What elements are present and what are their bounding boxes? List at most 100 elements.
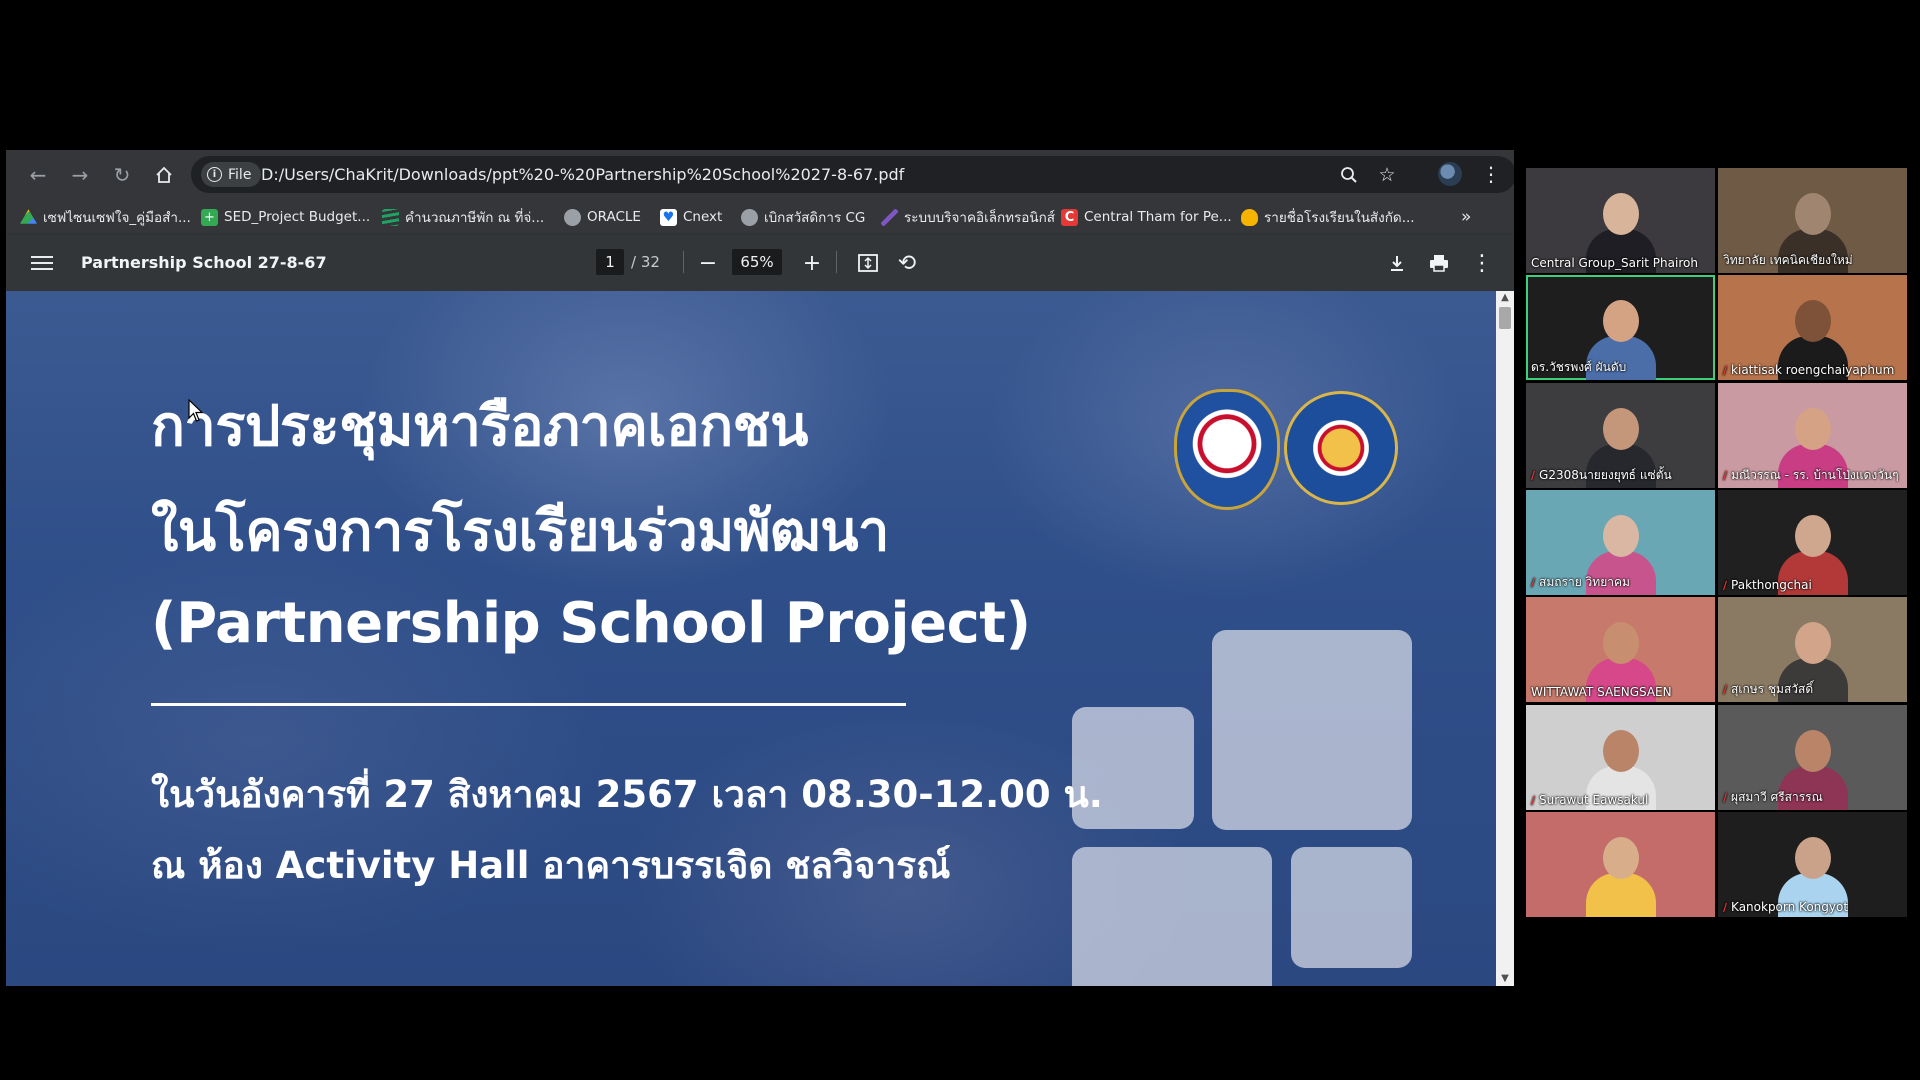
bookmark-item[interactable]: ระบบบริจาคอิเล็กทรอนิกส์ [881,207,1055,227]
participant-tile[interactable]: ∕ Pakthongchai [1718,490,1907,595]
scroll-thumb[interactable] [1499,307,1511,329]
bookmarks-bar: เซฟไซนเซฟใจ_คู่มือสำ... + SED_Project Bu… [6,199,1514,235]
participant-tile[interactable] [1526,812,1715,917]
bookmark-item[interactable]: เบิกสวัสดิการ CG [741,207,865,227]
bookmark-item[interactable]: C Central Tham for Pe... [1061,207,1232,227]
profile-avatar[interactable] [1438,162,1462,186]
participant-tile[interactable]: Central Group_Sarit Phairoh [1526,168,1715,273]
slide-date-line: ในวันอังคารที่ 27 สิงหาคม 2567 เวลา 08.3… [151,773,1103,816]
zoom-in-icon[interactable]: + [798,249,826,277]
bookmark-item[interactable]: + SED_Project Budget... [201,207,370,227]
participant-tile[interactable]: ∕ สุเกษร ชุมสวัสดิ์ [1718,597,1907,702]
bookmark-item[interactable]: ORACLE [564,207,641,227]
participant-name: Central Group_Sarit Phairoh [1531,256,1698,270]
participant-tile[interactable]: ∕ G2308นายยงยุทธ์ แซ่ตั้น [1526,383,1715,488]
zoom-search-icon[interactable] [1336,162,1362,188]
participant-name-label: ∕ มณีวรรณ - รร. บ้านโป่งแดงวันๆ [1723,466,1899,485]
participant-head [1794,515,1831,557]
print-icon[interactable] [1425,249,1453,277]
board-of-trade-logo [1284,391,1398,505]
participant-name-label: ∕ สุเกษร ชุมสวัสดิ์ [1723,680,1813,699]
participant-tile[interactable]: ∕ มณีวรรณ - รร. บ้านโป่งแดงวันๆ [1718,383,1907,488]
zoom-out-icon[interactable]: − [694,249,722,277]
scroll-down-icon[interactable]: ▼ [1500,974,1510,984]
participant-tile[interactable]: WITTAWAT SAENGSAEN [1526,597,1715,702]
participants-panel: Central Group_Sarit Phairoh วิทยาลัย เทคน… [1526,168,1908,920]
pdf-more-icon[interactable]: ⋮ [1468,249,1496,277]
participant-name: สุเกษร ชุมสวัสดิ์ [1731,682,1814,696]
participant-name-label: ∕ ผุสมาวี ศรีสารรณ [1723,788,1823,807]
participant-tile[interactable]: ∕ Surawut Eawsakul [1526,705,1715,810]
participant-head [1602,408,1639,450]
participant-tile[interactable]: ∕ kiattisak roengchaiyaphum [1718,275,1907,380]
pdf-scrollbar[interactable]: ▲ ▼ [1496,291,1514,986]
fit-page-icon[interactable] [854,249,882,277]
participant-name: มณีวรรณ - รร. บ้านโป่งแดงวันๆ [1731,468,1899,482]
home-icon[interactable] [150,161,178,189]
participant-name: สมถราย วิทยาคม [1539,575,1630,589]
rotate-icon[interactable]: ⟲ [893,249,921,277]
participant-tile[interactable]: ∕ สมถราย วิทยาคม [1526,490,1715,595]
participant-name: G2308นายยงยุทธ์ แซ่ตั้น [1539,468,1672,482]
heart-icon: ♥ [660,208,677,226]
participant-tile[interactable]: วิทยาลัย เทคนิคเชียงใหม่ [1718,168,1907,273]
bookmarks-overflow-icon[interactable]: » [1461,207,1471,227]
browser-window: ← → ↻ i File D:/Users/ChaKrit/Downloads/… [6,150,1514,986]
participant-name-label: WITTAWAT SAENGSAEN [1531,685,1672,699]
bulb-icon [1241,208,1258,226]
participant-head [1794,730,1831,772]
bookmark-item[interactable]: ♥ Cnext [660,207,722,227]
forward-icon[interactable]: → [66,161,94,189]
site-info-label: File [228,166,252,183]
participant-head [1602,515,1639,557]
bookmark-star-icon[interactable]: ☆ [1374,162,1400,188]
page-total: / 32 [631,253,660,271]
scroll-up-icon[interactable]: ▲ [1500,293,1510,303]
participant-name: วิทยาลัย เทคนิคเชียงใหม่ [1723,253,1853,267]
url-text[interactable]: D:/Users/ChaKrit/Downloads/ppt%20-%20Par… [261,165,904,184]
participant-head [1794,622,1831,664]
slide-title-line-2: ในโครงการโรงเรียนร่วมพัฒนา [151,499,890,564]
participant-head [1794,837,1831,879]
participant-head [1794,193,1831,235]
reload-icon[interactable]: ↻ [108,161,136,189]
mic-muted-icon: ∕ [1723,469,1728,482]
participant-name-label: ดร.วัชรพงศ์ ผันดับ [1531,358,1626,377]
participant-name-label: ∕ Surawut Eawsakul [1531,793,1648,807]
bookmark-item[interactable]: เซฟไซนเซฟใจ_คู่มือสำ... [20,207,191,227]
page-number-input[interactable]: 1 [596,249,624,275]
mic-muted-icon: ∕ [1723,791,1728,804]
browser-menu-icon[interactable]: ⋮ [1481,162,1501,186]
participant-tile[interactable]: ∕ Kanokporn Kongyot [1718,812,1907,917]
slide-venue-line: ณ ห้อง Activity Hall อาคารบรรเจิด ชลวิจา… [151,844,951,887]
deco-square [1072,847,1272,986]
participant-video [1585,837,1656,917]
download-icon[interactable] [1383,249,1411,277]
back-icon[interactable]: ← [24,161,52,189]
zoom-level-input[interactable]: 65% [732,249,782,275]
bookmark-item[interactable]: รายชื่อโรงเรียนในสังกัด... [1241,207,1415,227]
participant-tile[interactable]: ∕ ผุสมาวี ศรีสารรณ [1718,705,1907,810]
participant-name: Surawut Eawsakul [1539,793,1649,807]
bookmark-item[interactable]: คำนวณภาษีพัก ณ ที่จ่... [382,207,544,227]
toolbar-divider [836,251,837,273]
site-info-chip[interactable]: i File [201,162,262,187]
participant-tile[interactable]: ดร.วัชรพงศ์ ผันดับ [1526,275,1715,380]
participant-head [1602,622,1639,664]
participant-name: WITTAWAT SAENGSAEN [1531,685,1672,699]
participant-name-label: ∕ G2308นายยงยุทธ์ แซ่ตั้น [1531,466,1672,485]
pdf-viewport[interactable]: การประชุมหารือภาคเอกชน ในโครงการโรงเรียน… [6,291,1514,986]
address-bar[interactable]: i File D:/Users/ChaKrit/Downloads/ppt%20… [191,156,1514,193]
pdf-sidebar-menu-icon[interactable] [31,252,53,274]
toolbar-divider [683,251,684,273]
feather-icon [881,208,898,226]
participant-head [1602,837,1639,879]
stripes-icon [382,208,399,226]
participant-head [1794,408,1831,450]
mouse-cursor-icon [188,398,204,427]
slide-title-line-3: (Partnership School Project) [151,591,1031,656]
chamber-of-commerce-logo [1174,389,1280,510]
participant-name-label: ∕ Pakthongchai [1723,578,1812,592]
participant-name-label: วิทยาลัย เทคนิคเชียงใหม่ [1723,251,1853,270]
participant-name-label: ∕ Kanokporn Kongyot [1723,900,1848,914]
